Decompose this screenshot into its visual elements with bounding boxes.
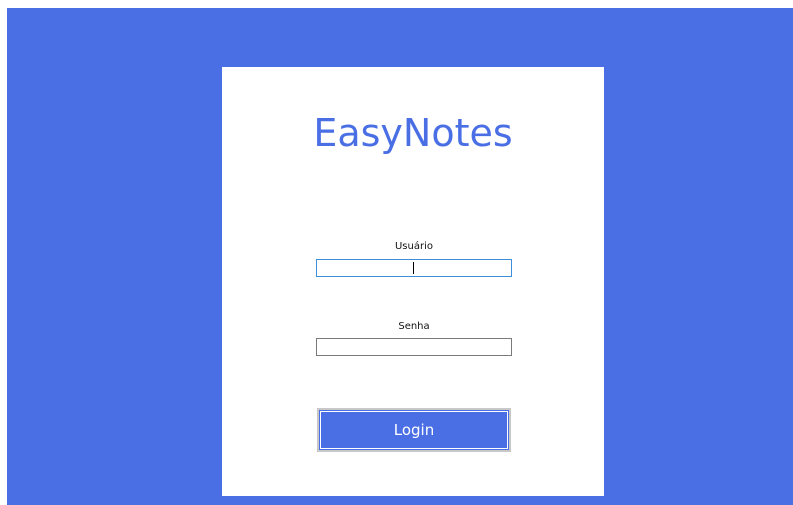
login-button-label: Login (320, 411, 508, 449)
login-button[interactable]: Login (317, 408, 511, 452)
password-label: Senha (398, 321, 430, 332)
login-card: EasyNotes Usuário Senha Login (222, 67, 604, 496)
app-window: EasyNotes Usuário Senha Login (7, 8, 793, 505)
username-input[interactable] (316, 259, 512, 277)
username-label: Usuário (394, 241, 433, 252)
app-title: EasyNotes (313, 111, 513, 155)
password-input[interactable] (316, 338, 512, 356)
text-caret (413, 262, 414, 274)
